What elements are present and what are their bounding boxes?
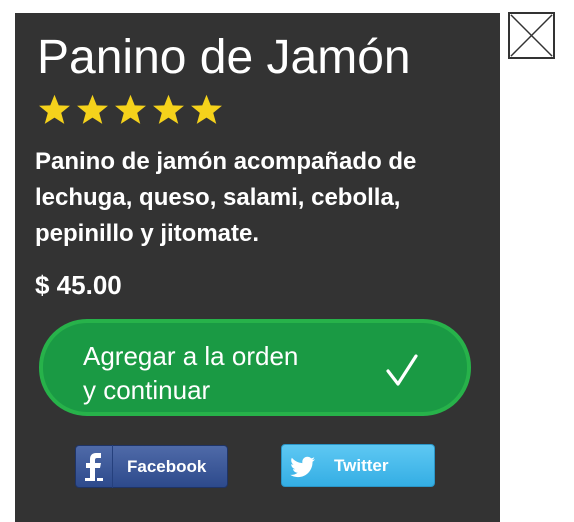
facebook-icon [76, 445, 113, 488]
close-button[interactable] [508, 12, 555, 59]
add-to-order-label-line2: y continuar [83, 375, 211, 405]
product-card: Panino de Jamón Panino de jamón acompaña… [15, 13, 500, 522]
facebook-share-button[interactable]: Facebook [75, 445, 228, 488]
star-icon [75, 93, 110, 127]
close-icon [510, 14, 553, 57]
product-title: Panino de Jamón [37, 31, 411, 84]
star-icon [151, 93, 186, 127]
star-icon [113, 93, 148, 127]
rating-stars [37, 93, 224, 127]
twitter-share-button[interactable]: Twitter [281, 444, 435, 487]
twitter-label: Twitter [334, 456, 389, 475]
star-icon [37, 93, 72, 127]
star-icon [189, 93, 224, 127]
facebook-label: Facebook [127, 457, 207, 476]
twitter-icon [288, 451, 318, 481]
add-to-order-label-line1: Agregar a la orden [83, 341, 299, 371]
add-to-order-button[interactable]: Agregar a la orden y continuar [39, 319, 471, 416]
add-to-order-label: Agregar a la orden y continuar [83, 339, 363, 407]
product-description: Panino de jamón acompañado de lechuga, q… [35, 148, 417, 247]
product-price: $ 45.00 [35, 270, 122, 300]
check-icon [385, 353, 419, 387]
